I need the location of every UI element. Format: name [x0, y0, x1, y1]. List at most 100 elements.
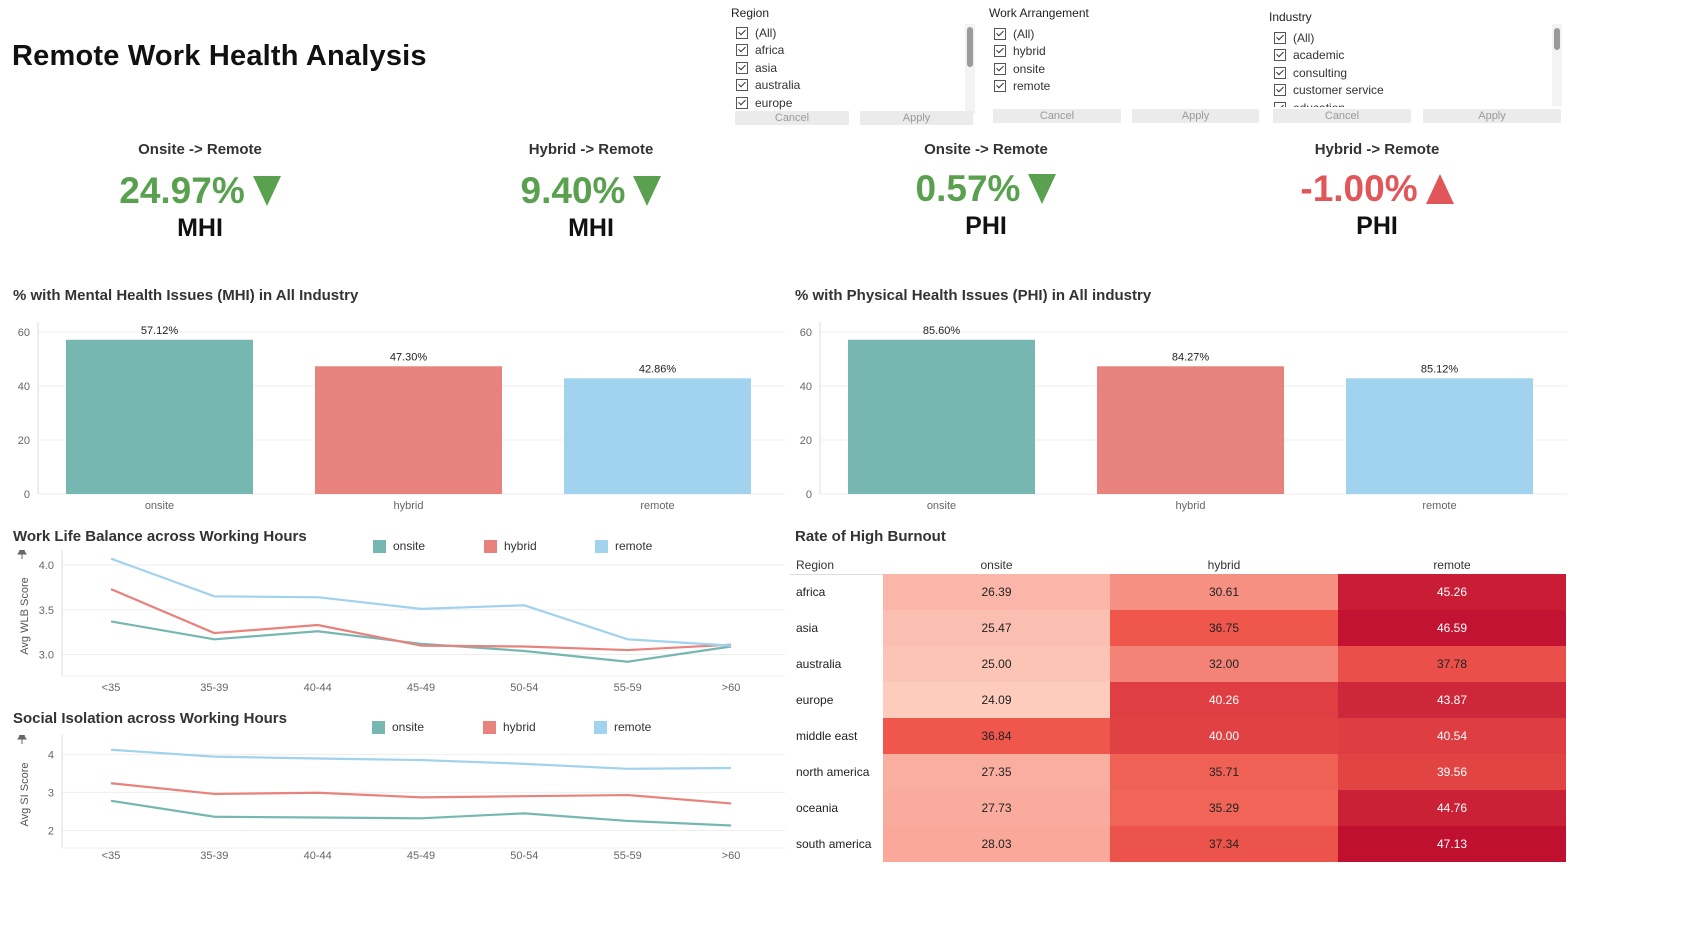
- heatmap-cell[interactable]: 45.26: [1338, 574, 1566, 610]
- work-arrangement-apply-button[interactable]: Apply: [1132, 109, 1259, 123]
- heatmap-row-header: Region: [796, 558, 835, 572]
- pin-icon-shape: [17, 735, 27, 744]
- heatmap-cell[interactable]: 28.03: [883, 826, 1110, 862]
- filter-option[interactable]: academic: [1274, 47, 1554, 65]
- region-filter-scrollbar[interactable]: [965, 24, 975, 114]
- y-tick-label: 60: [800, 327, 812, 339]
- checkbox-checked-icon[interactable]: [736, 79, 748, 92]
- checkbox-checked-icon[interactable]: [1274, 31, 1286, 44]
- heatmap-region-label: middle east: [796, 729, 858, 743]
- heatmap-cell[interactable]: 36.84: [883, 718, 1110, 754]
- bar-hybrid[interactable]: [315, 366, 502, 494]
- checkbox-checked-icon[interactable]: [994, 62, 1006, 75]
- bar-remote[interactable]: [1346, 378, 1533, 494]
- checkbox-checked-icon[interactable]: [1274, 84, 1286, 97]
- filter-option-label: onsite: [1013, 61, 1046, 76]
- filter-option[interactable]: consulting: [1274, 64, 1554, 82]
- series-line-remote[interactable]: [110, 557, 732, 647]
- series-line-onsite[interactable]: [110, 799, 732, 827]
- heatmap-cell[interactable]: 26.39: [883, 574, 1110, 610]
- heatmap-cell[interactable]: 25.00: [883, 646, 1110, 682]
- heatmap-cell[interactable]: 37.34: [1110, 826, 1338, 862]
- kpi-hybrid-remote-mhi: Hybrid -> Remote 9.40% MHI: [461, 141, 721, 243]
- bar-onsite[interactable]: [66, 339, 253, 494]
- y-axis-label: Avg WLB Score: [19, 577, 31, 654]
- checkbox-checked-icon[interactable]: [1274, 101, 1286, 107]
- kpi-value: 24.97%: [119, 170, 245, 211]
- legend-label: onsite: [392, 720, 425, 734]
- checkbox-checked-icon[interactable]: [736, 44, 748, 57]
- legend-item-hybrid[interactable]: hybrid: [483, 720, 536, 734]
- heatmap-cell[interactable]: 27.73: [883, 790, 1110, 826]
- bar-remote[interactable]: [564, 378, 751, 494]
- mhi-chart-title: % with Mental Health Issues (MHI) in All…: [13, 287, 359, 304]
- heatmap-cell[interactable]: 35.71: [1110, 754, 1338, 790]
- industry-filter: Industry (All) academic consulting custo…: [1269, 10, 1569, 128]
- checkbox-checked-icon[interactable]: [994, 27, 1006, 40]
- region-cancel-button[interactable]: Cancel: [735, 111, 849, 125]
- heatmap-cell[interactable]: 46.59: [1338, 610, 1566, 646]
- checkbox-checked-icon[interactable]: [1274, 66, 1286, 79]
- filter-option[interactable]: australia: [736, 77, 964, 95]
- x-tick-label: 45-49: [407, 850, 435, 862]
- y-tick-label: 4: [48, 749, 54, 761]
- industry-filter-scrollbar[interactable]: [1552, 24, 1562, 106]
- checkbox-checked-icon[interactable]: [1274, 49, 1286, 62]
- kpi-metric: PHI: [1356, 212, 1398, 240]
- heatmap-cell[interactable]: 39.56: [1338, 754, 1566, 790]
- legend-item-onsite[interactable]: onsite: [372, 720, 424, 734]
- checkbox-checked-icon[interactable]: [736, 96, 748, 109]
- bar-data-label: 57.12%: [141, 325, 179, 337]
- work-arrangement-cancel-button[interactable]: Cancel: [993, 109, 1121, 123]
- filter-option-label: academic: [1293, 48, 1345, 63]
- filter-option[interactable]: (All): [736, 24, 964, 42]
- filter-option[interactable]: education: [1274, 99, 1554, 107]
- checkbox-checked-icon[interactable]: [994, 80, 1006, 93]
- heatmap-cell[interactable]: 40.00: [1110, 718, 1338, 754]
- bar-hybrid[interactable]: [1097, 366, 1284, 494]
- filter-option[interactable]: asia: [736, 59, 964, 77]
- filter-option[interactable]: (All): [994, 25, 1254, 43]
- y-tick-label: 4.0: [39, 560, 54, 572]
- filter-option[interactable]: hybrid: [994, 43, 1254, 61]
- filter-option[interactable]: onsite: [994, 60, 1254, 78]
- heatmap-cell[interactable]: 24.09: [883, 682, 1110, 718]
- heatmap-cell[interactable]: 30.61: [1110, 574, 1338, 610]
- legend-item-remote[interactable]: remote: [594, 720, 651, 734]
- si-line-chart: 4 3 2 Avg SI Score <35 35-39 40-44 45-49 50-54 55…: [17, 735, 785, 862]
- heatmap-cell[interactable]: 36.75: [1110, 610, 1338, 646]
- filter-option[interactable]: customer service: [1274, 82, 1554, 100]
- bar-data-label: 42.86%: [639, 363, 677, 375]
- y-tick-label: 40: [800, 381, 812, 393]
- heatmap-cell[interactable]: 27.35: [883, 754, 1110, 790]
- heatmap-cell[interactable]: 43.87: [1338, 682, 1566, 718]
- kpi-label: Hybrid -> Remote: [1314, 141, 1440, 158]
- heatmap-cell[interactable]: 47.13: [1338, 826, 1566, 862]
- heatmap-cell[interactable]: 44.76: [1338, 790, 1566, 826]
- heatmap-cell[interactable]: 25.47: [883, 610, 1110, 646]
- scrollbar-thumb[interactable]: [967, 27, 973, 67]
- filter-option[interactable]: (All): [1274, 29, 1554, 47]
- heatmap-cell[interactable]: 32.00: [1110, 646, 1338, 682]
- scrollbar-thumb[interactable]: [1554, 28, 1560, 50]
- bar-onsite[interactable]: [848, 339, 1035, 494]
- checkbox-checked-icon[interactable]: [994, 45, 1006, 58]
- filter-option[interactable]: europe: [736, 94, 964, 112]
- region-apply-button[interactable]: Apply: [860, 111, 973, 125]
- heatmap-cell[interactable]: 40.54: [1338, 718, 1566, 754]
- series-line-onsite[interactable]: [110, 620, 732, 663]
- y-axis-label: Avg SI Score: [19, 763, 31, 827]
- industry-apply-button[interactable]: Apply: [1423, 109, 1561, 123]
- industry-cancel-button[interactable]: Cancel: [1273, 109, 1411, 123]
- kpi-label: Hybrid -> Remote: [528, 141, 654, 158]
- filter-option[interactable]: remote: [994, 78, 1254, 96]
- series-line-remote[interactable]: [110, 748, 732, 770]
- checkbox-checked-icon[interactable]: [736, 26, 748, 39]
- filter-option[interactable]: africa: [736, 42, 964, 60]
- heatmap-cell[interactable]: 37.78: [1338, 646, 1566, 682]
- series-line-hybrid[interactable]: [110, 782, 732, 805]
- checkbox-checked-icon[interactable]: [736, 61, 748, 74]
- heatmap-cell[interactable]: 35.29: [1110, 790, 1338, 826]
- heatmap-row: australia 25.00 32.00 37.78: [790, 646, 1566, 682]
- heatmap-cell[interactable]: 40.26: [1110, 682, 1338, 718]
